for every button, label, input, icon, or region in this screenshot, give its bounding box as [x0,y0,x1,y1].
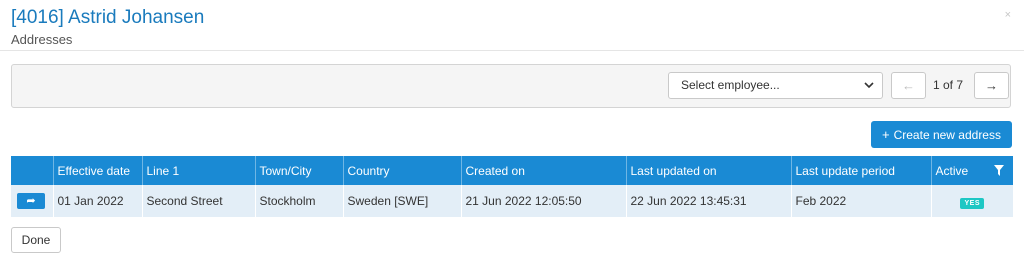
column-header-town[interactable]: Town/City [255,156,344,185]
addresses-table: Effective date Line 1 Town/City Country … [11,156,1013,217]
cell-created-on: 21 Jun 2022 12:05:50 [461,185,627,217]
share-arrow-icon: ➦ [26,195,36,207]
cell-effective-date: 01 Jan 2022 [53,185,143,217]
column-header-active-label: Active [935,163,969,178]
close-icon[interactable]: × [1005,9,1011,21]
filter-icon[interactable] [994,165,1004,176]
plus-icon: + [882,127,890,142]
column-header-last-updated-on[interactable]: Last updated on [626,156,792,185]
chevron-down-icon [864,73,874,108]
page-count: 1 of 7 [933,78,964,92]
cell-last-updated-on: 22 Jun 2022 13:45:31 [626,185,792,217]
column-header-line1[interactable]: Line 1 [142,156,256,185]
table-header-row: Effective date Line 1 Town/City Country … [11,156,1013,185]
next-page-button[interactable]: → [974,72,1009,99]
active-status-badge: YES [960,197,984,209]
toolbar: Select employee... ← 1 of 7 → [11,64,1011,108]
dialog-header: [4016] Astrid Johansen Addresses [11,6,204,48]
done-button[interactable]: Done [11,227,61,253]
cell-last-update-period: Feb 2022 [791,185,932,217]
cell-town: Stockholm [255,185,344,217]
column-header-active[interactable]: Active [931,156,1013,185]
open-row-button[interactable]: ➦ [17,193,45,209]
table-row: ➦ 01 Jan 2022 Second Street Stockholm Sw… [11,185,1013,217]
create-new-address-button[interactable]: + Create new address [871,121,1012,148]
previous-page-button[interactable]: ← [891,72,926,99]
column-header-action [11,156,54,185]
column-header-country[interactable]: Country [343,156,462,185]
page-subtitle: Addresses [11,32,73,47]
column-header-last-update-period[interactable]: Last update period [791,156,932,185]
row-action-cell: ➦ [11,185,54,217]
cell-active: YES [931,185,1013,217]
page-title: [4016] Astrid Johansen [11,7,205,28]
employee-select-value: Select employee... [681,78,780,92]
column-header-created-on[interactable]: Created on [461,156,627,185]
column-header-effective-date[interactable]: Effective date [53,156,143,185]
cell-country: Sweden [SWE] [343,185,462,217]
employee-select[interactable]: Select employee... [668,72,883,99]
header-divider [0,50,1024,51]
cell-line1: Second Street [142,185,256,217]
create-new-address-label: Create new address [893,128,1001,142]
